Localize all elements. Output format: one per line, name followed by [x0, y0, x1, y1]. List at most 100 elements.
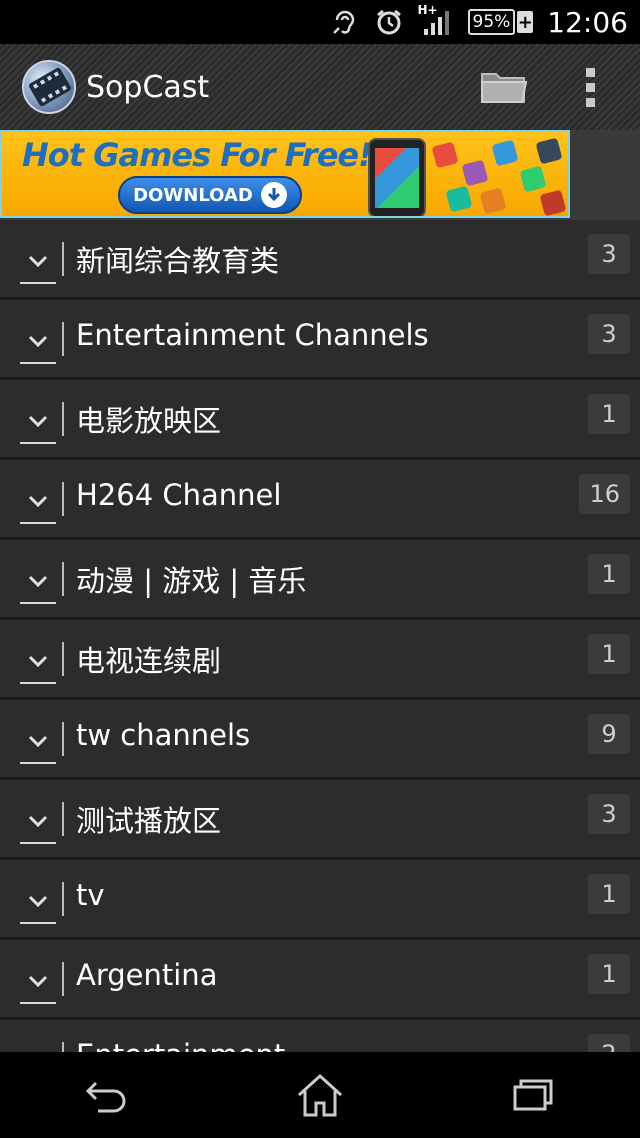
expand-button[interactable] [20, 640, 56, 684]
channel-group-row[interactable]: Entertainment 2 [0, 1020, 640, 1052]
download-arrow-icon [260, 182, 287, 208]
overflow-dot-icon [585, 67, 595, 77]
channel-group-row[interactable]: Entertainment Channels 3 [0, 300, 640, 380]
channel-group-name: Argentina [76, 958, 218, 992]
action-bar: SopCast [0, 44, 640, 130]
channel-group-row[interactable]: 新闻综合教育类 3 [0, 220, 640, 300]
chevron-down-icon [28, 575, 48, 588]
ad-game-tile [539, 189, 567, 216]
expand-button[interactable] [20, 960, 56, 1004]
channel-group-row[interactable]: H264 Channel 16 [0, 460, 640, 540]
back-icon [85, 1081, 126, 1113]
recents-button[interactable] [493, 1065, 573, 1125]
app-logo-icon[interactable] [22, 60, 76, 114]
chevron-down-icon [28, 895, 48, 908]
channel-group-name: tw channels [76, 718, 251, 752]
expand-button[interactable] [20, 240, 56, 284]
channel-group-name: H264 Channel [76, 478, 282, 512]
folder-icon [481, 73, 528, 103]
channel-count-badge: 1 [588, 394, 630, 434]
channel-group-name: 动漫 | 游戏 | 音乐 [76, 564, 307, 598]
battery-charging-indicator: + [517, 11, 534, 33]
channel-count-badge: 1 [588, 954, 630, 994]
chevron-down-icon [28, 655, 48, 668]
status-bar: H+ 95% + 12:06 [0, 0, 640, 44]
app-title: SopCast [86, 69, 210, 105]
ad-game-tile [535, 137, 563, 165]
ad-game-tile [431, 141, 459, 169]
chevron-down-icon [28, 975, 48, 988]
expand-button[interactable] [20, 880, 56, 924]
divider [62, 482, 64, 516]
channel-group-name: Entertainment Channels [76, 318, 429, 352]
clock: 12:06 [547, 5, 628, 39]
channel-count-badge: 9 [588, 714, 630, 754]
recents-icon [513, 1079, 553, 1111]
expand-button[interactable] [20, 1040, 56, 1052]
divider [62, 722, 64, 756]
channel-group-name: tv [76, 878, 105, 912]
network-type-label: H+ [417, 3, 438, 17]
home-button[interactable] [280, 1065, 360, 1125]
signal-icon: H+ [418, 3, 454, 37]
channel-group-name: 测试播放区 [76, 804, 222, 838]
channel-group-row[interactable]: tv 1 [0, 860, 640, 940]
ad-download-button[interactable]: DOWNLOAD [118, 176, 302, 214]
expand-button[interactable] [20, 800, 56, 844]
channel-count-badge: 1 [588, 554, 630, 594]
navigation-bar [0, 1052, 640, 1138]
ad-game-tile [461, 159, 489, 187]
overflow-dot-icon [585, 82, 595, 92]
chevron-down-icon [28, 815, 48, 828]
channel-count-badge: 2 [588, 1034, 630, 1052]
ad-game-tile [479, 187, 507, 215]
channel-group-name: 电视连续剧 [76, 644, 222, 678]
channel-group-row[interactable]: 电视连续剧 1 [0, 620, 640, 700]
ad-game-tile [519, 165, 547, 193]
expand-button[interactable] [20, 320, 56, 364]
battery-percent: 95% [467, 9, 516, 35]
channel-count-badge: 16 [579, 474, 630, 514]
channel-group-name: 新闻综合教育类 [76, 244, 280, 278]
ad-phone-image [368, 138, 426, 216]
channel-count-badge: 1 [588, 874, 630, 914]
chevron-down-icon [28, 255, 48, 268]
channel-group-name: 电影放映区 [76, 404, 222, 438]
expand-button[interactable] [20, 560, 56, 604]
ad-game-tile [445, 185, 473, 213]
alarm-icon [374, 7, 404, 37]
ad-headline: Hot Games For Free! [22, 136, 373, 174]
expand-button[interactable] [20, 480, 56, 524]
divider [62, 962, 64, 996]
ad-banner[interactable]: Hot Games For Free! DOWNLOAD [0, 130, 570, 218]
chevron-down-icon [28, 735, 48, 748]
divider [62, 1042, 64, 1052]
channel-group-row[interactable]: 动漫 | 游戏 | 音乐 1 [0, 540, 640, 620]
divider [62, 802, 64, 836]
channel-group-row[interactable]: 电影放映区 1 [0, 380, 640, 460]
channel-group-row[interactable]: Argentina 1 [0, 940, 640, 1020]
overflow-menu-button[interactable] [570, 57, 610, 117]
ad-game-tile [491, 139, 519, 167]
channel-count-badge: 3 [588, 314, 630, 354]
channel-group-name: Entertainment [76, 1038, 285, 1052]
chevron-down-icon [28, 335, 48, 348]
battery-icon: 95% + [467, 9, 534, 35]
channel-group-row[interactable]: tw channels 9 [0, 700, 640, 780]
channel-group-row[interactable]: 测试播放区 3 [0, 780, 640, 860]
chevron-down-icon [28, 415, 48, 428]
folder-button[interactable] [474, 57, 534, 117]
expand-button[interactable] [20, 720, 56, 764]
channel-list[interactable]: 新闻综合教育类 3 Entertainment Channels 3 电影放映区 1 H26… [0, 220, 640, 1052]
expand-button[interactable] [20, 400, 56, 444]
back-button[interactable] [67, 1065, 147, 1125]
home-icon [297, 1073, 342, 1117]
hearing-aid-icon [330, 7, 360, 37]
divider [62, 882, 64, 916]
overflow-dot-icon [585, 97, 595, 107]
divider [62, 642, 64, 676]
ad-row: Hot Games For Free! DOWNLOAD [0, 130, 640, 220]
ad-download-label: DOWNLOAD [133, 184, 253, 206]
channel-count-badge: 3 [588, 234, 630, 274]
divider [62, 402, 64, 436]
